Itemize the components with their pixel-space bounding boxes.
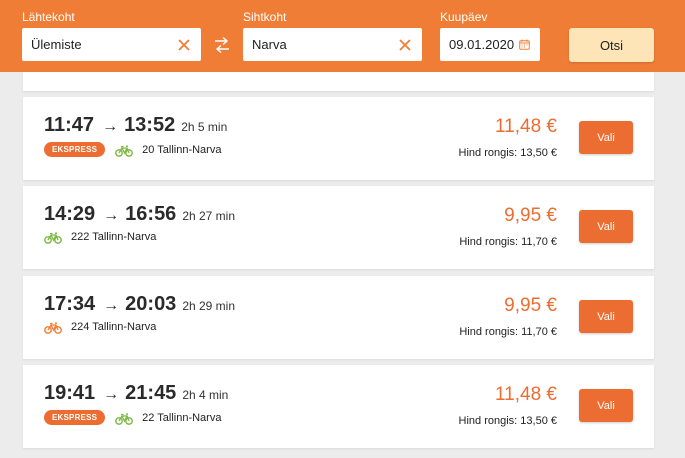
trip-duration: 2h 5 min	[181, 120, 228, 134]
swap-icon[interactable]	[212, 35, 232, 55]
date-input[interactable]: 09.01.2020	[440, 37, 514, 52]
trip-meta: EKSPRESS 20 Tallinn-Narva	[44, 142, 221, 157]
bicycle-icon	[44, 231, 62, 244]
clear-to-icon[interactable]	[392, 32, 418, 58]
express-badge: EKSPRESS	[44, 410, 106, 425]
from-label: Lähtekoht	[22, 10, 75, 24]
ticket-price: 9,95 €	[504, 205, 557, 226]
bicycle-icon	[44, 321, 62, 334]
select-trip-button[interactable]: Vali	[579, 389, 633, 422]
trip-duration: 2h 27 min	[182, 209, 236, 223]
ticket-price: 9,95 €	[504, 295, 557, 316]
departure-time: 14:29	[44, 203, 96, 225]
trip-times: 19:41 → 21:45 2h 4 min	[44, 382, 228, 405]
date-label: Kuupäev	[440, 10, 488, 24]
bicycle-icon	[115, 144, 134, 157]
trip-card[interactable]: 14:29 → 16:56 2h 27 min 222 Tallinn-Narv…	[23, 186, 654, 269]
select-trip-button[interactable]: Vali	[579, 300, 633, 333]
from-field[interactable]: Ülemiste	[22, 28, 201, 61]
trip-times: 17:34 → 20:03 2h 29 min	[44, 293, 235, 316]
train-route: 222 Tallinn-Narva	[71, 231, 157, 243]
express-badge: EKSPRESS	[44, 142, 106, 157]
train-price: Hind rongis: 13,50 €	[458, 415, 557, 427]
arrow-right-icon: →	[103, 386, 120, 403]
arrow-right-icon: →	[103, 207, 120, 224]
ticket-price: 11,48 €	[495, 384, 557, 405]
arrival-time: 13:52	[124, 114, 176, 136]
departure-time: 17:34	[44, 293, 96, 315]
trip-card[interactable]: 17:34 → 20:03 2h 29 min 224 Tallinn-Narv…	[23, 276, 654, 359]
previous-trip-card	[23, 72, 654, 91]
trip-card[interactable]: 19:41 → 21:45 2h 4 min EKSPRESS 22 Talli…	[23, 365, 654, 448]
from-input[interactable]: Ülemiste	[22, 37, 171, 52]
arrival-time: 16:56	[125, 203, 177, 225]
arrival-time: 20:03	[125, 293, 177, 315]
date-field[interactable]: 09.01.2020	[440, 28, 540, 61]
trip-meta: EKSPRESS 22 Tallinn-Narva	[44, 410, 221, 425]
search-header: Lähtekoht Ülemiste Sihtkoht Narva Kuupäe…	[0, 0, 685, 72]
ticket-price: 11,48 €	[495, 116, 557, 137]
calendar-icon[interactable]	[514, 34, 535, 56]
arrow-right-icon: →	[102, 118, 119, 135]
select-trip-button[interactable]: Vali	[579, 210, 633, 243]
arrival-time: 21:45	[125, 382, 177, 404]
trip-times: 14:29 → 16:56 2h 27 min	[44, 203, 235, 226]
trip-times: 11:47 → 13:52 2h 5 min	[44, 114, 227, 137]
trip-meta: 222 Tallinn-Narva	[44, 231, 157, 244]
train-route: 224 Tallinn-Narva	[71, 321, 157, 333]
train-route: 20 Tallinn-Narva	[142, 143, 222, 156]
departure-time: 19:41	[44, 382, 96, 404]
trip-meta: 224 Tallinn-Narva	[44, 321, 157, 334]
clear-from-icon[interactable]	[171, 32, 197, 58]
train-price: Hind rongis: 11,70 €	[459, 326, 557, 338]
to-input[interactable]: Narva	[243, 37, 392, 52]
departure-time: 11:47	[44, 114, 95, 136]
arrow-right-icon: →	[103, 297, 120, 314]
bicycle-icon	[115, 412, 134, 425]
train-price: Hind rongis: 11,70 €	[459, 236, 557, 248]
select-trip-button[interactable]: Vali	[579, 121, 633, 154]
to-label: Sihtkoht	[243, 10, 287, 24]
train-route: 22 Tallinn-Narva	[142, 411, 222, 424]
train-price: Hind rongis: 13,50 €	[458, 147, 557, 159]
to-field[interactable]: Narva	[243, 28, 422, 61]
trip-duration: 2h 29 min	[182, 299, 236, 313]
trip-card[interactable]: 11:47 → 13:52 2h 5 min EKSPRESS 20 Talli…	[23, 97, 654, 180]
search-button[interactable]: Otsi	[569, 28, 654, 62]
trip-duration: 2h 4 min	[182, 388, 229, 402]
